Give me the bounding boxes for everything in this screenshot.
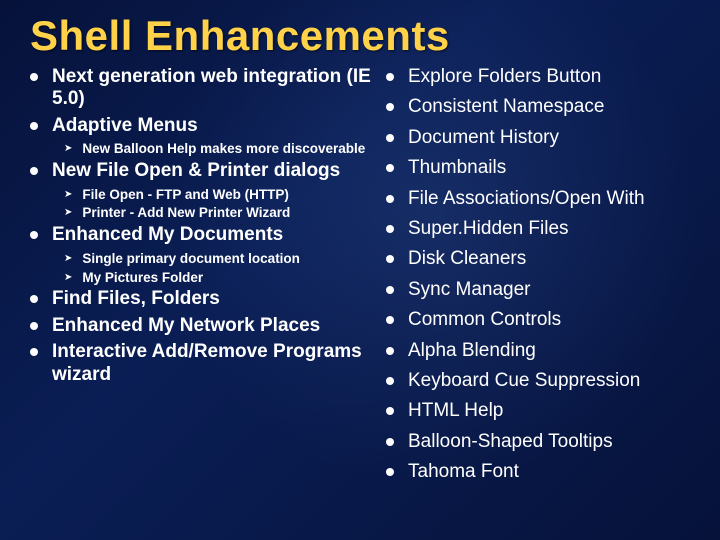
list-item: Common Controls [386,309,686,331]
list-item: Enhanced My Documents [30,224,380,246]
bullet-chevron-icon: ➤ [64,144,72,154]
bullet-dot-icon [30,322,38,330]
columns: Next generation web integration (IE 5.0)… [30,66,700,492]
list-item-text: Adaptive Menus [52,115,198,137]
list-item-text: Enhanced My Documents [52,224,283,246]
list-item-text: My Pictures Folder [82,270,203,287]
list-item: Enhanced My Network Places [30,315,380,337]
list-item: New File Open & Printer dialogs [30,160,380,182]
bullet-dot-icon [386,134,394,142]
list-item-text: New File Open & Printer dialogs [52,160,340,182]
bullet-chevron-icon: ➤ [64,208,72,218]
list-item-text: Interactive Add/Remove Programs wizard [52,341,380,386]
list-item: Super.Hidden Files [386,218,686,240]
bullet-dot-icon [30,167,38,175]
bullet-dot-icon [386,377,394,385]
list-item: Alpha Blending [386,340,686,362]
bullet-dot-icon [386,73,394,81]
list-item: Adaptive Menus [30,115,380,137]
bullet-dot-icon [386,347,394,355]
bullet-dot-icon [386,468,394,476]
list-item: ➤ Single primary document location [64,251,380,268]
list-item-text: Single primary document location [82,251,300,268]
list-item-text: Thumbnails [408,157,506,179]
bullet-dot-icon [30,295,38,303]
bullet-dot-icon [386,225,394,233]
list-item-text: Explore Folders Button [408,66,601,88]
list-item: Next generation web integration (IE 5.0) [30,66,380,111]
slide: Shell Enhancements Next generation web i… [0,0,720,540]
bullet-dot-icon [386,103,394,111]
list-item: ➤ Printer - Add New Printer Wizard [64,205,380,222]
list-item: Thumbnails [386,157,686,179]
list-item-text: Balloon-Shaped Tooltips [408,431,613,453]
list-item-text: File Open - FTP and Web (HTTP) [82,187,289,204]
bullet-chevron-icon: ➤ [64,273,72,283]
slide-title: Shell Enhancements [30,12,700,60]
bullet-dot-icon [30,348,38,356]
bullet-dot-icon [386,407,394,415]
bullet-chevron-icon: ➤ [64,190,72,200]
list-item-text: Sync Manager [408,279,531,301]
list-item: Find Files, Folders [30,288,380,310]
list-item: ➤ New Balloon Help makes more discoverabl… [64,141,380,158]
list-item-text: Keyboard Cue Suppression [408,370,640,392]
list-item: ➤ File Open - FTP and Web (HTTP) [64,187,380,204]
bullet-chevron-icon: ➤ [64,254,72,264]
bullet-dot-icon [30,231,38,239]
bullet-dot-icon [30,122,38,130]
right-column: Explore Folders Button Consistent Namespa… [386,66,686,492]
list-item-text: HTML Help [408,400,503,422]
list-item-text: Disk Cleaners [408,248,526,270]
list-item: Explore Folders Button [386,66,686,88]
list-item: HTML Help [386,400,686,422]
list-item: Keyboard Cue Suppression [386,370,686,392]
list-item: Disk Cleaners [386,248,686,270]
bullet-dot-icon [386,195,394,203]
list-item: ➤ My Pictures Folder [64,270,380,287]
bullet-dot-icon [386,286,394,294]
list-item-text: Enhanced My Network Places [52,315,320,337]
bullet-dot-icon [386,164,394,172]
list-item-text: Common Controls [408,309,561,331]
list-item-text: Super.Hidden Files [408,218,569,240]
bullet-dot-icon [30,73,38,81]
list-item: Sync Manager [386,279,686,301]
list-item-text: Find Files, Folders [52,288,220,310]
list-item: Tahoma Font [386,461,686,483]
list-item-text: Next generation web integration (IE 5.0) [52,66,380,111]
list-item: Document History [386,127,686,149]
bullet-dot-icon [386,316,394,324]
list-item: Consistent Namespace [386,96,686,118]
list-item-text: Alpha Blending [408,340,536,362]
list-item: Balloon-Shaped Tooltips [386,431,686,453]
list-item-text: Printer - Add New Printer Wizard [82,205,290,222]
list-item-text: Tahoma Font [408,461,519,483]
list-item: File Associations/Open With [386,188,686,210]
list-item-text: File Associations/Open With [408,188,645,210]
left-column: Next generation web integration (IE 5.0)… [30,66,380,390]
bullet-dot-icon [386,438,394,446]
list-item-text: Document History [408,127,559,149]
list-item-text: Consistent Namespace [408,96,604,118]
list-item: Interactive Add/Remove Programs wizard [30,341,380,386]
list-item-text: New Balloon Help makes more discoverable [82,141,365,158]
bullet-dot-icon [386,255,394,263]
